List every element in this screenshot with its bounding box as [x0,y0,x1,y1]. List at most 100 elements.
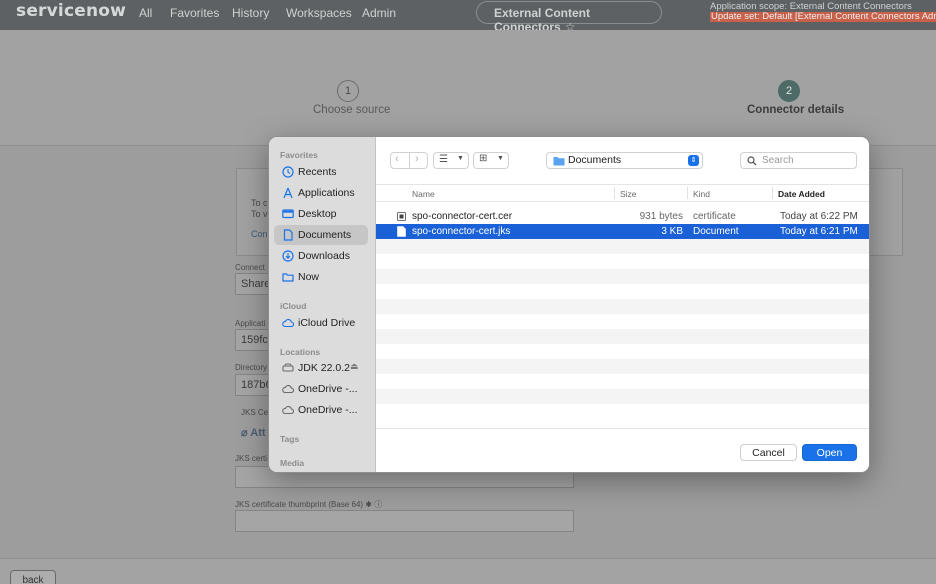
info-text-1: To c [251,198,268,208]
location-popup[interactable]: Documents ⇕ [546,152,703,169]
step-1-label: Choose source [313,104,391,116]
clock-icon [282,166,294,178]
nav-favorites[interactable]: Favorites [170,6,219,20]
list-view-icon: ☰ [439,154,448,165]
empty-row [376,359,869,374]
disk-icon [282,363,294,372]
empty-row [376,344,869,359]
column-kind[interactable]: Kind [693,189,710,199]
file-date: Today at 6:22 PM [780,211,858,222]
sidebar-item-label: Now [298,271,320,283]
nav-all[interactable]: All [139,6,152,20]
section-locations: Locations [280,347,321,357]
divider [409,152,410,169]
file-name: spo-connector-cert.cer [412,211,513,222]
applications-icon [283,187,293,199]
sidebar-item-jdk[interactable]: JDK 22.0.2 ⏏ [274,358,368,378]
cancel-button[interactable]: Cancel [740,444,797,461]
chevron-down-icon: ▼ [497,155,504,162]
dialog-button-bar: Cancel Open [376,428,869,472]
search-input[interactable]: Search [740,152,857,169]
group-button[interactable]: ⊞ ▼ [473,152,509,169]
section-icloud: iCloud [280,301,307,311]
empty-row [376,239,869,254]
cloud-icon [282,318,294,328]
file-list-header: Name Size Kind Date Added [376,184,869,202]
eject-icon[interactable]: ⏏ [350,361,359,372]
application-value: 159fc [241,334,268,346]
file-row-jks[interactable]: spo-connector-cert.jks 3 KB Document Tod… [376,224,869,239]
page-footer [0,558,936,584]
sidebar-item-downloads[interactable]: Downloads [274,246,368,266]
empty-row [376,314,869,329]
file-date: Today at 6:21 PM [780,226,858,237]
sidebar-item-label: OneDrive -... [298,404,358,416]
column-separator [687,187,688,199]
file-kind: certificate [693,211,736,222]
servicenow-logo[interactable]: servicenow [16,1,126,21]
step-1-indicator: 1 [337,80,359,102]
sidebar-item-desktop[interactable]: Desktop [274,204,368,224]
section-favorites: Favorites [280,150,318,160]
empty-row [376,404,869,419]
sidebar-item-onedrive-2[interactable]: OneDrive -... [274,400,368,420]
document-icon [283,229,293,241]
sidebar-item-documents[interactable]: Documents [274,225,368,245]
jks-certificate-label: JKS certi [235,454,268,463]
file-name: spo-connector-cert.jks [412,226,511,237]
sidebar-item-onedrive-1[interactable]: OneDrive -... [274,379,368,399]
connector-value: Share [241,278,271,290]
file-size: 931 bytes [639,211,683,222]
search-icon [747,156,757,166]
context-title-pill[interactable]: External Content Connectors ☆ [476,1,662,34]
paperclip-icon: ⌀ [241,427,248,439]
desktop-icon [282,209,294,219]
jks-thumbprint-field[interactable] [235,510,574,532]
attach-label: Att [250,427,266,439]
sidebar-item-label: OneDrive -... [298,383,358,395]
sidebar-item-applications[interactable]: Applications [274,183,368,203]
dialog-sidebar: Favorites Recents Applications Desktop D… [269,137,376,472]
file-kind: Document [693,226,739,237]
sidebar-item-label: Desktop [298,208,337,220]
empty-row [376,269,869,284]
nav-workspaces[interactable]: Workspaces [286,6,352,20]
sidebar-item-label: Documents [298,229,352,241]
open-button[interactable]: Open [802,444,857,461]
list-view-button[interactable]: ☰ ▼ [433,152,469,169]
column-name[interactable]: Name [412,189,435,199]
step-2-label: Connector details [747,104,845,116]
update-set-badge[interactable]: Update set: Default [External Content Co… [710,12,936,22]
attach-link[interactable]: ⌀ Att [241,426,266,439]
forward-chevron-icon[interactable]: › [415,153,419,165]
file-row-cer[interactable]: spo-connector-cert.cer 931 bytes certifi… [376,209,869,224]
open-file-dialog: Favorites Recents Applications Desktop D… [268,136,870,473]
connector-label: Connect [235,263,265,272]
file-size: 3 KB [661,226,683,237]
sidebar-item-now[interactable]: Now [274,267,368,287]
jks-thumbprint-label: JKS certificate thumbprint (Base 64) ✱ ⓘ [235,500,383,509]
download-icon [282,250,294,262]
section-media: Media [280,458,305,468]
column-size[interactable]: Size [620,189,637,199]
column-separator [772,187,773,199]
document-icon [397,226,406,237]
nav-admin[interactable]: Admin [362,6,396,20]
nav-history[interactable]: History [232,6,269,20]
certificate-icon [397,212,406,221]
empty-row [376,329,869,344]
up-down-chevron-icon: ⇕ [688,155,699,166]
cloud-icon [282,384,294,394]
info-link[interactable]: Con [251,229,268,239]
column-date-added[interactable]: Date Added [778,189,825,199]
sidebar-item-recents[interactable]: Recents [274,162,368,182]
back-forward-buttons: ‹ › [390,152,428,169]
chevron-down-icon: ▼ [457,155,464,162]
back-chevron-icon[interactable]: ‹ [395,153,399,165]
location-label: Documents [568,154,622,166]
back-button[interactable]: back [10,570,56,584]
grid-icon: ⊞ [479,153,488,164]
folder-icon [553,157,565,166]
sidebar-item-icloud-drive[interactable]: iCloud Drive [274,313,368,333]
cloud-icon [282,405,294,415]
